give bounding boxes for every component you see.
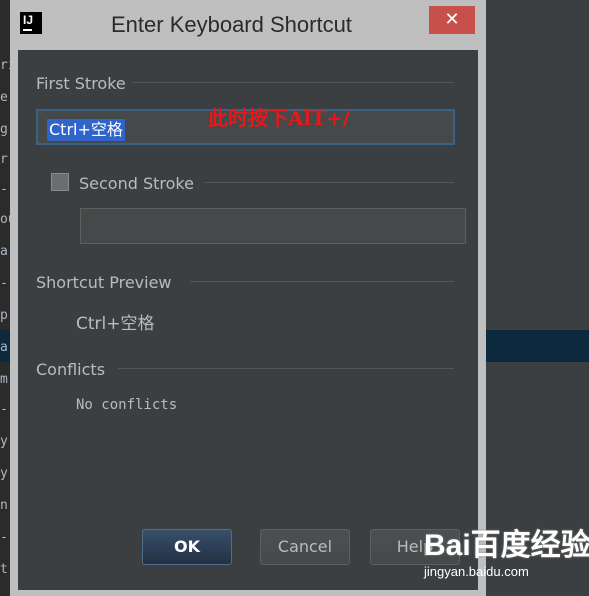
watermark-url: jingyan.baidu.com — [424, 564, 529, 579]
dialog-title: Enter Keyboard Shortcut — [111, 12, 352, 37]
background-text: - — [0, 402, 8, 417]
enter-keyboard-shortcut-dialog: IJ Enter Keyboard Shortcut ✕ First Strok… — [10, 0, 486, 596]
second-stroke-input[interactable] — [80, 208, 466, 244]
first-stroke-value: Ctrl+空格 — [47, 119, 125, 141]
background-text: y — [0, 466, 8, 481]
background-text: r — [0, 152, 8, 167]
intellij-app-icon: IJ — [20, 12, 42, 34]
background-text: a — [0, 244, 8, 259]
background-text: - — [0, 276, 8, 291]
cancel-button[interactable]: Cancel — [260, 529, 350, 565]
background-text: y — [0, 434, 8, 449]
second-stroke-checkbox[interactable] — [51, 173, 69, 191]
close-icon: ✕ — [444, 9, 460, 30]
shortcut-preview-separator — [190, 281, 454, 282]
background-text: g — [0, 122, 8, 137]
background-text: t — [0, 562, 8, 577]
second-stroke-separator — [204, 182, 454, 183]
first-stroke-separator — [132, 82, 454, 83]
shortcut-preview-value: Ctrl+空格 — [76, 314, 155, 334]
close-button[interactable]: ✕ — [429, 6, 475, 34]
conflicts-separator — [118, 368, 454, 369]
annotation-overlay: 此时按下AlT+/ — [208, 106, 351, 130]
background-text: - — [0, 530, 8, 545]
ok-button[interactable]: OK — [142, 529, 232, 565]
background-text: - — [0, 182, 8, 197]
conflicts-value: No conflicts — [76, 397, 178, 413]
background-editor-area — [486, 0, 589, 596]
background-text: a — [0, 340, 8, 355]
conflicts-label: Conflicts — [36, 360, 106, 379]
title-bar[interactable]: IJ Enter Keyboard Shortcut ✕ — [10, 0, 486, 50]
background-text: m — [0, 372, 8, 387]
background-selected-row — [486, 330, 589, 362]
app-icon-text: IJ — [23, 13, 34, 27]
first-stroke-label: First Stroke — [36, 74, 126, 93]
app-icon-bar — [23, 29, 32, 31]
baidu-jingyan-watermark: Bai百度经验 jingyan.baidu.com — [420, 520, 589, 596]
dialog-content: First Stroke Ctrl+空格 此时按下AlT+/ Second St… — [18, 50, 478, 590]
background-text: n — [0, 498, 8, 513]
watermark-logo: Bai百度经验 — [424, 529, 589, 562]
shortcut-preview-label: Shortcut Preview — [36, 273, 172, 292]
background-text: p — [0, 308, 8, 323]
second-stroke-label: Second Stroke — [79, 174, 194, 193]
